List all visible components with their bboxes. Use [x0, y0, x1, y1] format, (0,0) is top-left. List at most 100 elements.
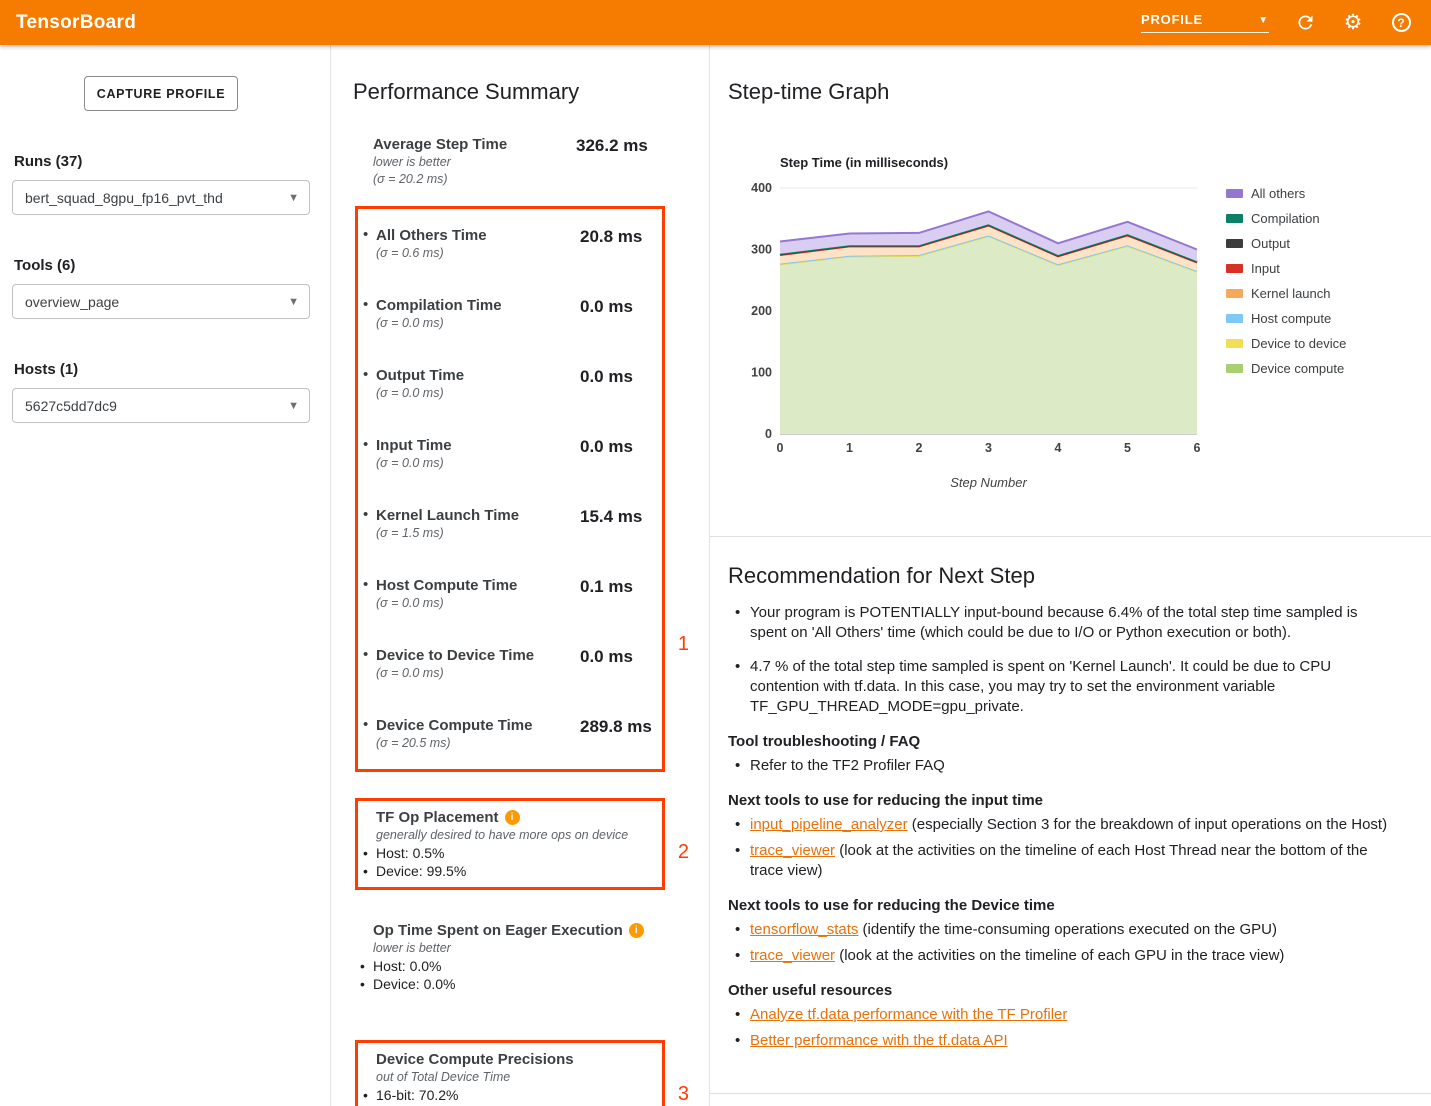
device-percent: Device: 0.0% [360, 975, 665, 993]
section-title: Device Compute Precisions [376, 1050, 574, 1069]
help-icon: ? [1392, 13, 1411, 32]
metric-value: 0.0 ms [580, 296, 633, 332]
metric-sigma: (σ = 0.0 ms) [376, 595, 580, 612]
legend-item: Output [1226, 236, 1346, 251]
settings-button[interactable]: ⚙ [1341, 11, 1365, 35]
runs-dropdown-value: bert_squad_8gpu_fp16_pvt_thd [25, 190, 223, 206]
capture-profile-button[interactable]: CAPTURE PROFILE [84, 76, 238, 111]
svg-text:200: 200 [751, 304, 772, 318]
hosts-dropdown[interactable]: 5627c5dd7dc9 ▼ [12, 388, 310, 423]
section-note: generally desired to have more ops on de… [376, 827, 662, 844]
legend-swatch [1226, 314, 1243, 323]
bullet-text: (look at the activities on the timeline … [835, 947, 1284, 964]
tf-op-placement-section: TF Op Placement i generally desired to h… [358, 801, 662, 887]
metric-value: 0.0 ms [580, 366, 633, 402]
info-icon[interactable]: i [629, 923, 644, 938]
input-tools-heading: Next tools to use for reducing the input… [728, 792, 1407, 809]
performance-summary-panel: Performance Summary Average Step Time lo… [331, 45, 710, 1106]
app-title: TensorBoard [16, 12, 136, 34]
section-title: Op Time Spent on Eager Execution [373, 921, 623, 940]
svg-text:1: 1 [846, 441, 853, 455]
metric-value: 0.0 ms [580, 646, 633, 682]
legend-label: Compilation [1251, 211, 1320, 226]
legend-item: Device compute [1226, 361, 1346, 376]
svg-text:2: 2 [916, 441, 923, 455]
host-percent: Host: 0.0% [360, 957, 665, 975]
app-header: TensorBoard PROFILE ▼ ⚙ ? [0, 0, 1431, 45]
tools-label: Tools (6) [14, 257, 330, 274]
chart-title: Step Time (in milliseconds) [780, 155, 1431, 170]
average-step-time-row: Average Step Time lower is better (σ = 2… [373, 135, 709, 188]
step-time-chart: 01002003004000123456 [732, 176, 1212, 458]
legend-swatch [1226, 239, 1243, 248]
trace-viewer-link[interactable]: trace_viewer [750, 842, 835, 859]
legend-item: All others [1226, 186, 1346, 201]
device-percent: Device: 99.5% [363, 862, 662, 880]
metric-label: Device Compute Time [376, 716, 580, 735]
info-icon[interactable]: i [505, 810, 520, 825]
refresh-icon [1295, 12, 1316, 33]
performance-summary-title: Performance Summary [353, 79, 709, 105]
metric-label: Device to Device Time [376, 646, 580, 665]
x-axis-title: Step Number [780, 475, 1197, 490]
input-pipeline-analyzer-link[interactable]: input_pipeline_analyzer [750, 816, 908, 833]
legend-label: Input [1251, 261, 1280, 276]
metric-row: Device to Device Time (σ = 0.0 ms) 0.0 m… [358, 629, 662, 699]
resource-bullet: Analyze tf.data performance with the TF … [728, 1005, 1388, 1025]
chevron-down-icon: ▼ [288, 400, 299, 412]
tfdata-performance-link[interactable]: Analyze tf.data performance with the TF … [750, 1006, 1067, 1023]
metric-sigma: (σ = 0.0 ms) [376, 315, 580, 332]
annotation-label-3: 3 [678, 1083, 689, 1106]
annotation-box-1: 1 All Others Time (σ = 0.6 ms) 20.8 ms C… [355, 206, 665, 772]
legend-item: Device to device [1226, 336, 1346, 351]
device-tool-bullet: tensorflow_stats (identify the time-cons… [728, 920, 1388, 940]
metric-row: Input Time (σ = 0.0 ms) 0.0 ms [358, 419, 662, 489]
runs-dropdown[interactable]: bert_squad_8gpu_fp16_pvt_thd ▼ [12, 180, 310, 215]
metric-label: Compilation Time [376, 296, 580, 315]
legend-swatch [1226, 189, 1243, 198]
hosts-dropdown-value: 5627c5dd7dc9 [25, 398, 117, 414]
trace-viewer-link[interactable]: trace_viewer [750, 947, 835, 964]
dashboard-selector[interactable]: PROFILE ▼ [1141, 12, 1269, 33]
metric-label: All Others Time [376, 226, 580, 245]
metric-value: 0.0 ms [580, 436, 633, 472]
metric-value: 0.1 ms [580, 576, 633, 612]
metric-row: Output Time (σ = 0.0 ms) 0.0 ms [358, 349, 662, 419]
svg-text:3: 3 [985, 441, 992, 455]
dashboard-selector-value: PROFILE [1141, 12, 1203, 27]
legend-label: Device to device [1251, 336, 1346, 351]
tfdata-api-link[interactable]: Better performance with the tf.data API [750, 1032, 1008, 1049]
metric-label: Kernel Launch Time [376, 506, 580, 525]
metric-sigma: (σ = 20.5 ms) [376, 735, 580, 752]
svg-text:4: 4 [1055, 441, 1062, 455]
svg-text:0: 0 [765, 427, 772, 441]
annotation-label-1: 1 [678, 633, 689, 656]
input-tool-bullet: trace_viewer (look at the activities on … [728, 841, 1388, 881]
metric-row: Kernel Launch Time (σ = 1.5 ms) 15.4 ms [358, 489, 662, 559]
runs-label: Runs (37) [14, 153, 330, 170]
recommendation-section: Recommendation for Next Step Your progra… [710, 536, 1431, 1094]
recommendation-bullet: Your program is POTENTIALLY input-bound … [728, 603, 1388, 643]
tools-dropdown-value: overview_page [25, 294, 119, 310]
legend-swatch [1226, 214, 1243, 223]
chart-legend: All othersCompilationOutputInputKernel l… [1226, 186, 1346, 490]
device-tools-heading: Next tools to use for reducing the Devic… [728, 897, 1407, 914]
tools-dropdown[interactable]: overview_page ▼ [12, 284, 310, 319]
help-button[interactable]: ? [1389, 11, 1413, 35]
section-note: lower is better [373, 940, 665, 957]
refresh-button[interactable] [1293, 11, 1317, 35]
metric-sigma: (σ = 0.0 ms) [376, 385, 580, 402]
legend-label: All others [1251, 186, 1305, 201]
section-title: TF Op Placement [376, 808, 499, 827]
metric-sigma: (σ = 1.5 ms) [376, 525, 580, 542]
metric-label: Output Time [376, 366, 580, 385]
metric-sigma: (σ = 0.0 ms) [376, 665, 580, 682]
precision-16bit: 16-bit: 70.2% [363, 1086, 662, 1104]
hosts-label: Hosts (1) [14, 361, 330, 378]
host-percent: Host: 0.5% [363, 844, 662, 862]
tensorboard-page: TensorBoard PROFILE ▼ ⚙ ? CAPTURE PROFIL… [0, 0, 1431, 1106]
tensorflow-stats-link[interactable]: tensorflow_stats [750, 921, 858, 938]
chart-wrap: Step Time (in milliseconds) 010020030040… [732, 155, 1431, 490]
gear-icon: ⚙ [1344, 12, 1363, 33]
average-step-time-labels: Average Step Time lower is better (σ = 2… [373, 135, 576, 188]
